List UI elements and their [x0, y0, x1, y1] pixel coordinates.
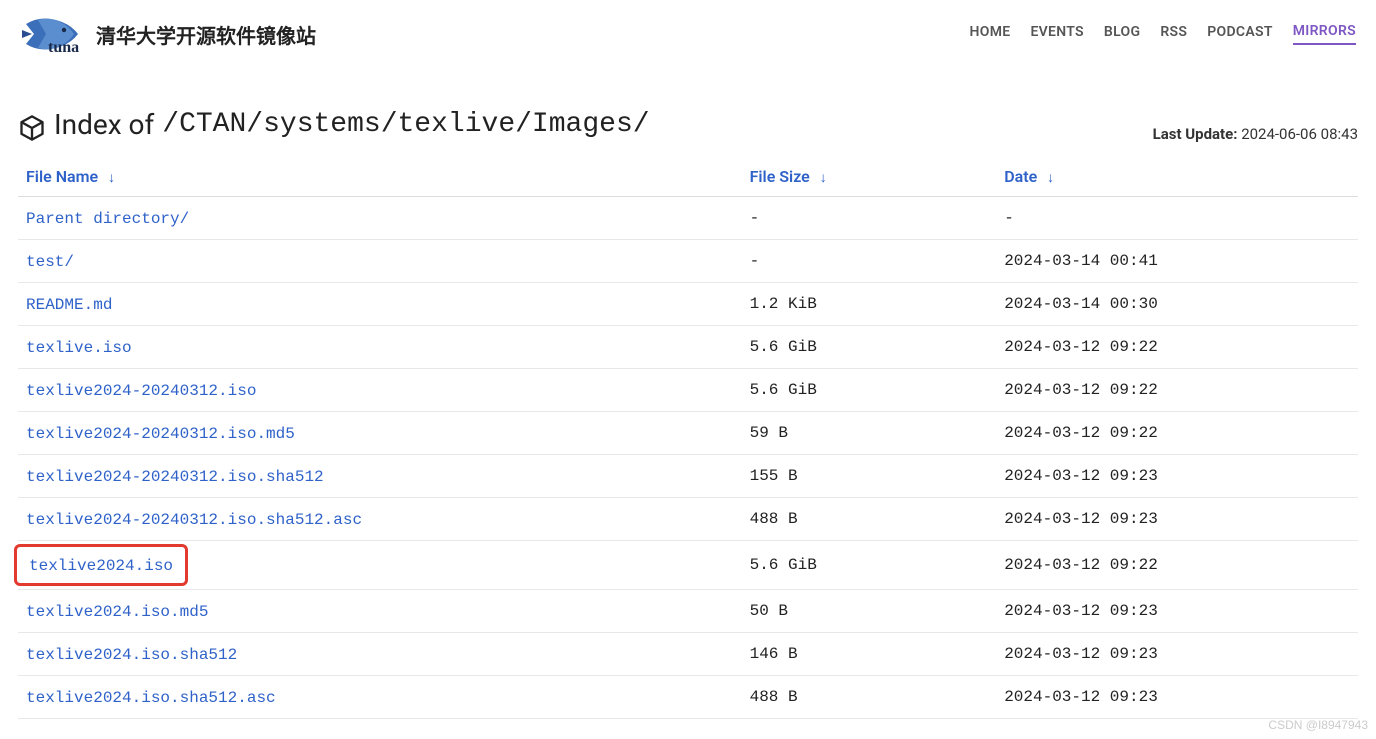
last-update: Last Update: 2024-06-06 08:43 — [1153, 125, 1358, 143]
file-size-cell: - — [742, 196, 997, 239]
file-size-cell: 5.6 GiB — [742, 325, 997, 368]
svg-text:tuna: tuna — [48, 39, 79, 56]
file-name-cell: README.md — [18, 282, 742, 325]
file-link[interactable]: texlive2024-20240312.iso.md5 — [26, 425, 295, 443]
file-size-cell: 488 B — [742, 675, 997, 718]
table-row: texlive.iso 5.6 GiB2024-03-12 09:22 — [18, 325, 1358, 368]
file-date-cell: 2024-03-12 09:23 — [996, 589, 1358, 632]
file-size-cell: 146 B — [742, 632, 997, 675]
index-path: /CTAN/systems/texlive/Images/ — [162, 109, 649, 140]
table-row: texlive2024-20240312.iso.md5 59 B2024-03-… — [18, 411, 1358, 454]
file-link[interactable]: texlive.iso — [26, 339, 132, 357]
file-link[interactable]: texlive2024-20240312.iso.sha512 — [26, 468, 324, 486]
column-header-date[interactable]: Date ↓ — [996, 157, 1358, 197]
file-name-cell: texlive2024.iso.sha512.asc — [18, 675, 742, 718]
index-title: Index of /CTAN/systems/texlive/Images/ — [18, 108, 650, 141]
nav-link-events[interactable]: EVENTS — [1030, 24, 1083, 44]
main-nav: HOME EVENTS BLOG RSS PODCAST MIRRORS — [970, 23, 1356, 45]
file-size-cell: 488 B — [742, 497, 997, 540]
file-date-cell: 2024-03-12 09:23 — [996, 497, 1358, 540]
index-prefix: Index of — [54, 108, 154, 141]
file-link[interactable]: README.md — [26, 296, 112, 314]
table-row: texlive2024-20240312.iso 5.6 GiB2024-03-1… — [18, 368, 1358, 411]
cube-icon — [18, 114, 46, 142]
table-row: README.md 1.2 KiB2024-03-14 00:30 — [18, 282, 1358, 325]
column-header-size[interactable]: File Size ↓ — [742, 157, 997, 197]
table-row: texlive2024.iso.sha512 146 B2024-03-12 09… — [18, 632, 1358, 675]
file-link[interactable]: texlive2024.iso — [29, 557, 173, 575]
column-header-size-label: File Size — [750, 167, 810, 186]
site-header: tuna 清华大学开源软件镜像站 HOME EVENTS BLOG RSS PODCAS… — [0, 0, 1376, 68]
highlight-annotation: texlive2024.iso — [14, 544, 188, 586]
column-header-name[interactable]: File Name ↓ — [18, 157, 742, 197]
nav-link-podcast[interactable]: PODCAST — [1207, 24, 1273, 44]
file-date-cell: 2024-03-12 09:22 — [996, 411, 1358, 454]
file-name-cell: texlive2024.iso.md5 — [18, 589, 742, 632]
table-row: texlive2024-20240312.iso.sha512 155 B2024… — [18, 454, 1358, 497]
nav-link-rss[interactable]: RSS — [1160, 24, 1187, 44]
file-name-cell: texlive2024.iso.sha512 — [18, 632, 742, 675]
file-size-cell: 5.6 GiB — [742, 540, 997, 589]
file-date-cell: 2024-03-14 00:30 — [996, 282, 1358, 325]
nav-link-blog[interactable]: BLOG — [1104, 24, 1140, 44]
file-date-cell: 2024-03-12 09:22 — [996, 540, 1358, 589]
nav-link-home[interactable]: HOME — [970, 24, 1011, 44]
file-size-cell: 50 B — [742, 589, 997, 632]
file-size-cell: 5.6 GiB — [742, 368, 997, 411]
file-size-cell: 155 B — [742, 454, 997, 497]
table-row: texlive2024.iso 5.6 GiB2024-03-12 09:22 — [18, 540, 1358, 589]
site-title: 清华大学开源软件镜像站 — [96, 20, 316, 49]
table-row: texlive2024.iso.md5 50 B2024-03-12 09:23 — [18, 589, 1358, 632]
file-link[interactable]: test/ — [26, 253, 74, 271]
file-date-cell: 2024-03-12 09:23 — [996, 454, 1358, 497]
sort-arrow-icon: ↓ — [1047, 170, 1054, 186]
content: Index of /CTAN/systems/texlive/Images/ L… — [0, 68, 1376, 739]
file-date-cell: 2024-03-12 09:22 — [996, 325, 1358, 368]
file-size-cell: 1.2 KiB — [742, 282, 997, 325]
file-link[interactable]: texlive2024.iso.sha512.asc — [26, 689, 276, 707]
tuna-logo[interactable]: tuna — [20, 12, 84, 56]
file-name-cell: texlive.iso — [18, 325, 742, 368]
file-name-cell: texlive2024-20240312.iso.sha512.asc — [18, 497, 742, 540]
file-size-cell: 59 B — [742, 411, 997, 454]
file-date-cell: 2024-03-12 09:22 — [996, 368, 1358, 411]
file-name-cell: Parent directory/ — [18, 196, 742, 239]
file-link[interactable]: Parent directory/ — [26, 210, 189, 228]
file-size-cell: - — [742, 239, 997, 282]
watermark: CSDN @I8947943 — [1268, 718, 1368, 732]
sort-arrow-icon: ↓ — [820, 170, 827, 186]
file-link[interactable]: texlive2024-20240312.iso.sha512.asc — [26, 511, 362, 529]
file-name-cell: texlive2024.iso — [18, 540, 742, 589]
file-link[interactable]: texlive2024.iso.sha512 — [26, 646, 237, 664]
table-row: test/ -2024-03-14 00:41 — [18, 239, 1358, 282]
file-link[interactable]: texlive2024.iso.md5 — [26, 603, 208, 621]
file-date-cell: 2024-03-14 00:41 — [996, 239, 1358, 282]
table-row: Parent directory/ -- — [18, 196, 1358, 239]
file-name-cell: texlive2024-20240312.iso.sha512 — [18, 454, 742, 497]
last-update-value: 2024-06-06 08:43 — [1241, 125, 1358, 143]
file-name-cell: texlive2024-20240312.iso.md5 — [18, 411, 742, 454]
table-row: texlive2024-20240312.iso.sha512.asc 488 B… — [18, 497, 1358, 540]
file-date-cell: - — [996, 196, 1358, 239]
file-link[interactable]: texlive2024-20240312.iso — [26, 382, 256, 400]
table-row: texlive2024.iso.sha512.asc 488 B2024-03-1… — [18, 675, 1358, 718]
nav-link-mirrors[interactable]: MIRRORS — [1293, 23, 1356, 45]
file-date-cell: 2024-03-12 09:23 — [996, 632, 1358, 675]
last-update-label: Last Update: — [1153, 125, 1238, 143]
column-header-date-label: Date — [1004, 167, 1037, 186]
column-header-name-label: File Name — [26, 167, 98, 186]
file-date-cell: 2024-03-12 09:23 — [996, 675, 1358, 718]
file-name-cell: test/ — [18, 239, 742, 282]
sort-arrow-icon: ↓ — [108, 170, 115, 186]
index-title-row: Index of /CTAN/systems/texlive/Images/ L… — [18, 108, 1358, 143]
brand: tuna 清华大学开源软件镜像站 — [20, 12, 316, 56]
file-name-cell: texlive2024-20240312.iso — [18, 368, 742, 411]
file-listing-table: File Name ↓ File Size ↓ Date ↓ Parent di… — [18, 157, 1358, 719]
